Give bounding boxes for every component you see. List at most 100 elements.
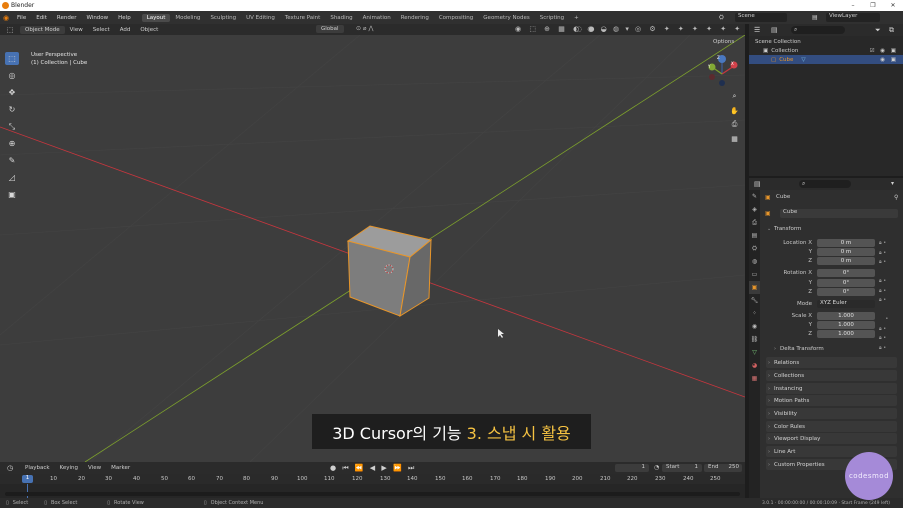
rotation-x-field[interactable]: 0°	[817, 269, 875, 277]
filter-icon[interactable]: ⏷	[875, 26, 881, 35]
mode-selector[interactable]: Object Mode	[20, 25, 65, 34]
scale-y-field[interactable]: 1.000	[817, 321, 875, 329]
cursor-tool-icon[interactable]: ◎	[5, 69, 19, 82]
tab-sculpting[interactable]: Sculpting	[205, 14, 241, 22]
modifier-tab-icon[interactable]: 🔧︎	[749, 294, 760, 307]
ortho-grid-icon[interactable]: ▦	[729, 133, 740, 144]
start-frame-field[interactable]: Start 1	[662, 464, 702, 472]
material-tab-icon[interactable]: ◕	[749, 359, 760, 372]
panel-color-rules[interactable]: › Color Rules	[766, 421, 897, 432]
world-tab-icon[interactable]: ◍	[749, 255, 760, 268]
particles-tab-icon[interactable]: ⁘	[749, 307, 760, 320]
scene-tab-icon[interactable]: ⛭	[749, 242, 760, 255]
menu-object[interactable]: Object	[135, 27, 163, 33]
maximize-button[interactable]: ❐	[866, 0, 880, 11]
tab-animation[interactable]: Animation	[358, 14, 396, 22]
location-x-field[interactable]: 0 m	[817, 239, 875, 247]
panel-viewport-display[interactable]: › Viewport Display	[766, 433, 897, 444]
render-tab-icon[interactable]: ◈	[749, 203, 760, 216]
tab-texture-paint[interactable]: Texture Paint	[280, 14, 326, 22]
scale-z-field[interactable]: 1.000	[817, 330, 875, 338]
outliner-search-input[interactable]: ⌕	[791, 26, 845, 34]
menu-marker[interactable]: Marker	[106, 465, 135, 471]
playhead[interactable]: 1	[22, 475, 33, 483]
physics-tab-icon[interactable]: ◉	[749, 320, 760, 333]
menu-add[interactable]: Add	[115, 27, 136, 33]
orientation-selector[interactable]: Global	[316, 25, 344, 33]
timeline-scrollbar[interactable]	[5, 492, 740, 496]
view-layer-selector[interactable]: ViewLayer	[826, 13, 880, 22]
output-tab-icon[interactable]: ⎙	[749, 216, 760, 229]
view-layer-tab-icon[interactable]: ▤	[749, 229, 760, 242]
shading-icons[interactable]: ◌ ● ◒ ◍ ▾	[576, 25, 631, 33]
pan-hand-icon[interactable]: ✋	[729, 105, 740, 116]
tab-uv-editing[interactable]: UV Editing	[241, 14, 280, 22]
constraints-tab-icon[interactable]: ⛓︎	[749, 333, 760, 346]
tab-rendering[interactable]: Rendering	[396, 14, 434, 22]
tab-compositing[interactable]: Compositing	[434, 14, 478, 22]
tab-scripting[interactable]: Scripting	[535, 14, 569, 22]
playback-controls[interactable]: ● ⏮ ⏪ ◀ ▶ ⏩ ⏭	[330, 464, 416, 473]
outliner-editor-icon[interactable]: ☰	[754, 26, 760, 34]
overlay-icons[interactable]: ◎ ⚙ ✦ ✦ ✦ ✦ ✦ ✦	[635, 25, 743, 33]
collection-visibility-icons[interactable]: ☑ ◉ ▣	[870, 48, 898, 54]
menu-window[interactable]: Window	[81, 15, 113, 21]
select-tool-icon[interactable]: ⬚	[5, 52, 19, 65]
scene-selector[interactable]: Scene	[735, 13, 787, 22]
cube-visibility-icons[interactable]: ◉ ▣	[880, 57, 898, 63]
panel-relations[interactable]: › Relations	[766, 357, 897, 368]
menu-keying[interactable]: Keying	[55, 465, 83, 471]
outliner-row-cube[interactable]: ▢ Cube ▽ ◉ ▣	[749, 55, 903, 64]
tab-layout[interactable]: Layout	[141, 13, 171, 22]
outliner-row-scene-collection[interactable]: Scene Collection	[749, 37, 903, 46]
properties-options-icon[interactable]: ▾	[891, 180, 894, 187]
scale-tool-icon[interactable]: ⤡	[5, 120, 19, 133]
timeline-editor-icon[interactable]: ◷	[0, 464, 20, 472]
outliner-row-collection[interactable]: ▣ Collection ☑ ◉ ▣	[749, 46, 903, 55]
menu-timeline-view[interactable]: View	[83, 465, 106, 471]
panel-instancing[interactable]: › Instancing	[766, 383, 897, 394]
tab-modeling[interactable]: Modeling	[170, 14, 205, 22]
location-z-field[interactable]: 0 m	[817, 257, 875, 265]
navigation-gizmo[interactable]	[708, 55, 738, 86]
rotation-mode-select[interactable]: XYZ Euler	[817, 300, 875, 308]
panel-visibility[interactable]: › Visibility	[766, 408, 897, 419]
close-button[interactable]: ✕	[886, 0, 900, 11]
menu-render[interactable]: Render	[52, 15, 82, 21]
transform-header[interactable]: Transform	[774, 226, 801, 232]
add-cube-tool-icon[interactable]: ▣	[5, 188, 19, 201]
zoom-icon[interactable]: ⌕	[729, 91, 740, 102]
collection-tab-icon[interactable]: ▭	[749, 268, 760, 281]
menu-select[interactable]: Select	[88, 27, 115, 33]
data-tab-icon[interactable]: ▽	[749, 346, 760, 359]
viewport-3d[interactable]: Z X Y User Perspective (1) Collection | …	[0, 35, 745, 462]
rotation-z-field[interactable]: 0°	[817, 288, 875, 296]
rotate-tool-icon[interactable]: ↻	[5, 103, 19, 116]
menu-view[interactable]: View	[65, 27, 88, 33]
scale-x-field[interactable]: 1.000	[817, 312, 875, 320]
tab-shading[interactable]: Shading	[325, 14, 357, 22]
menu-file[interactable]: File	[12, 15, 31, 21]
annotate-tool-icon[interactable]: ✎	[5, 154, 19, 167]
delta-transform-panel[interactable]: Delta Transform	[780, 346, 824, 352]
menu-playback[interactable]: Playback	[20, 465, 55, 471]
blender-menu-icon[interactable]: ◉	[0, 14, 12, 22]
object-tab-icon[interactable]: ▣	[749, 281, 760, 294]
properties-search-input[interactable]: ⌕	[799, 180, 851, 188]
menu-help[interactable]: Help	[113, 15, 136, 21]
minimize-button[interactable]: –	[846, 0, 860, 11]
tab-geometry-nodes[interactable]: Geometry Nodes	[478, 14, 534, 22]
new-collection-icon[interactable]: ⧉	[889, 26, 894, 35]
current-frame-field[interactable]: 1	[615, 464, 649, 472]
keyframe-icons[interactable]: 🔒︎ • 🔒︎ • 🔒︎ • 🔒︎ • 🔒︎ • 🔒︎ • • 🔒︎ • 🔒︎ • 🔒︎ •	[879, 239, 899, 353]
properties-editor-icon[interactable]: ▤	[754, 180, 761, 188]
location-y-field[interactable]: 0 m	[817, 248, 875, 256]
tool-tab-icon[interactable]: ✎	[749, 190, 760, 203]
panel-collections[interactable]: › Collections	[766, 370, 897, 381]
display-mode-icon[interactable]: ▤	[771, 26, 778, 34]
object-name-field[interactable]: Cube	[780, 209, 898, 218]
add-workspace-button[interactable]: +	[569, 14, 584, 22]
transform-tool-icon[interactable]: ⊕	[5, 137, 19, 150]
menu-edit[interactable]: Edit	[31, 15, 52, 21]
measure-tool-icon[interactable]: ◿	[5, 171, 19, 184]
